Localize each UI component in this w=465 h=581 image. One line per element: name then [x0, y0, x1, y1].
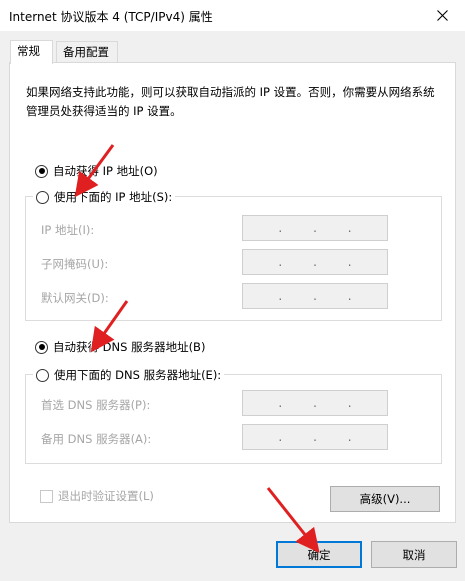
ip-address-label: IP 地址(I): — [41, 223, 95, 237]
default-gateway-input[interactable]: ... — [242, 283, 388, 309]
subnet-mask-input[interactable]: ... — [242, 249, 388, 275]
manual-ip-label: 使用下面的 IP 地址(S): — [54, 190, 173, 204]
title-bar: Internet 协议版本 4 (TCP/IPv4) 属性 — [0, 0, 465, 31]
auto-dns-radio[interactable]: 自动获得 DNS 服务器地址(B) — [35, 339, 205, 355]
manual-ip-radio[interactable]: 使用下面的 IP 地址(S): — [33, 189, 176, 205]
alternate-dns-input[interactable]: ... — [242, 424, 388, 450]
auto-ip-label: 自动获得 IP 地址(O) — [53, 164, 158, 178]
manual-ip-radio-dot — [36, 190, 49, 204]
tab-strip: 常规 备用配置 — [0, 31, 465, 64]
manual-dns-radio[interactable]: 使用下面的 DNS 服务器地址(E): — [33, 367, 225, 383]
manual-dns-label: 使用下面的 DNS 服务器地址(E): — [54, 368, 222, 382]
ip-address-input[interactable]: ... — [242, 215, 388, 241]
default-gateway-label: 默认网关(D): — [41, 291, 109, 305]
window-title: Internet 协议版本 4 (TCP/IPv4) 属性 — [9, 10, 213, 24]
close-icon — [436, 10, 448, 21]
cancel-button[interactable]: 取消 — [371, 541, 457, 568]
preferred-dns-label: 首选 DNS 服务器(P): — [41, 398, 151, 412]
close-button[interactable] — [419, 0, 465, 31]
validate-on-exit-checkbox[interactable]: 退出时验证设置(L) — [40, 488, 154, 504]
auto-ip-radio-dot — [35, 164, 48, 178]
auto-ip-radio[interactable]: 自动获得 IP 地址(O) — [35, 163, 158, 179]
validate-on-exit-label: 退出时验证设置(L) — [58, 489, 154, 503]
dns-group — [25, 374, 442, 464]
auto-dns-radio-dot — [35, 340, 48, 354]
preferred-dns-input[interactable]: ... — [242, 390, 388, 416]
auto-dns-label: 自动获得 DNS 服务器地址(B) — [53, 340, 206, 354]
manual-dns-radio-dot — [36, 368, 49, 382]
subnet-mask-label: 子网掩码(U): — [41, 257, 109, 271]
tab-panel-general: 如果网络支持此功能，则可以获取自动指派的 IP 设置。否则，你需要从网络系统管理… — [9, 62, 456, 523]
alternate-dns-label: 备用 DNS 服务器(A): — [41, 432, 152, 446]
validate-on-exit-box — [40, 489, 53, 503]
tab-general[interactable]: 常规 — [10, 40, 53, 64]
tab-alternate-config[interactable]: 备用配置 — [56, 41, 118, 63]
advanced-button[interactable]: 高级(V)... — [330, 486, 440, 512]
description-text: 如果网络支持此功能，则可以获取自动指派的 IP 设置。否则，你需要从网络系统管理… — [26, 85, 435, 118]
ok-button[interactable]: 确定 — [276, 541, 362, 568]
